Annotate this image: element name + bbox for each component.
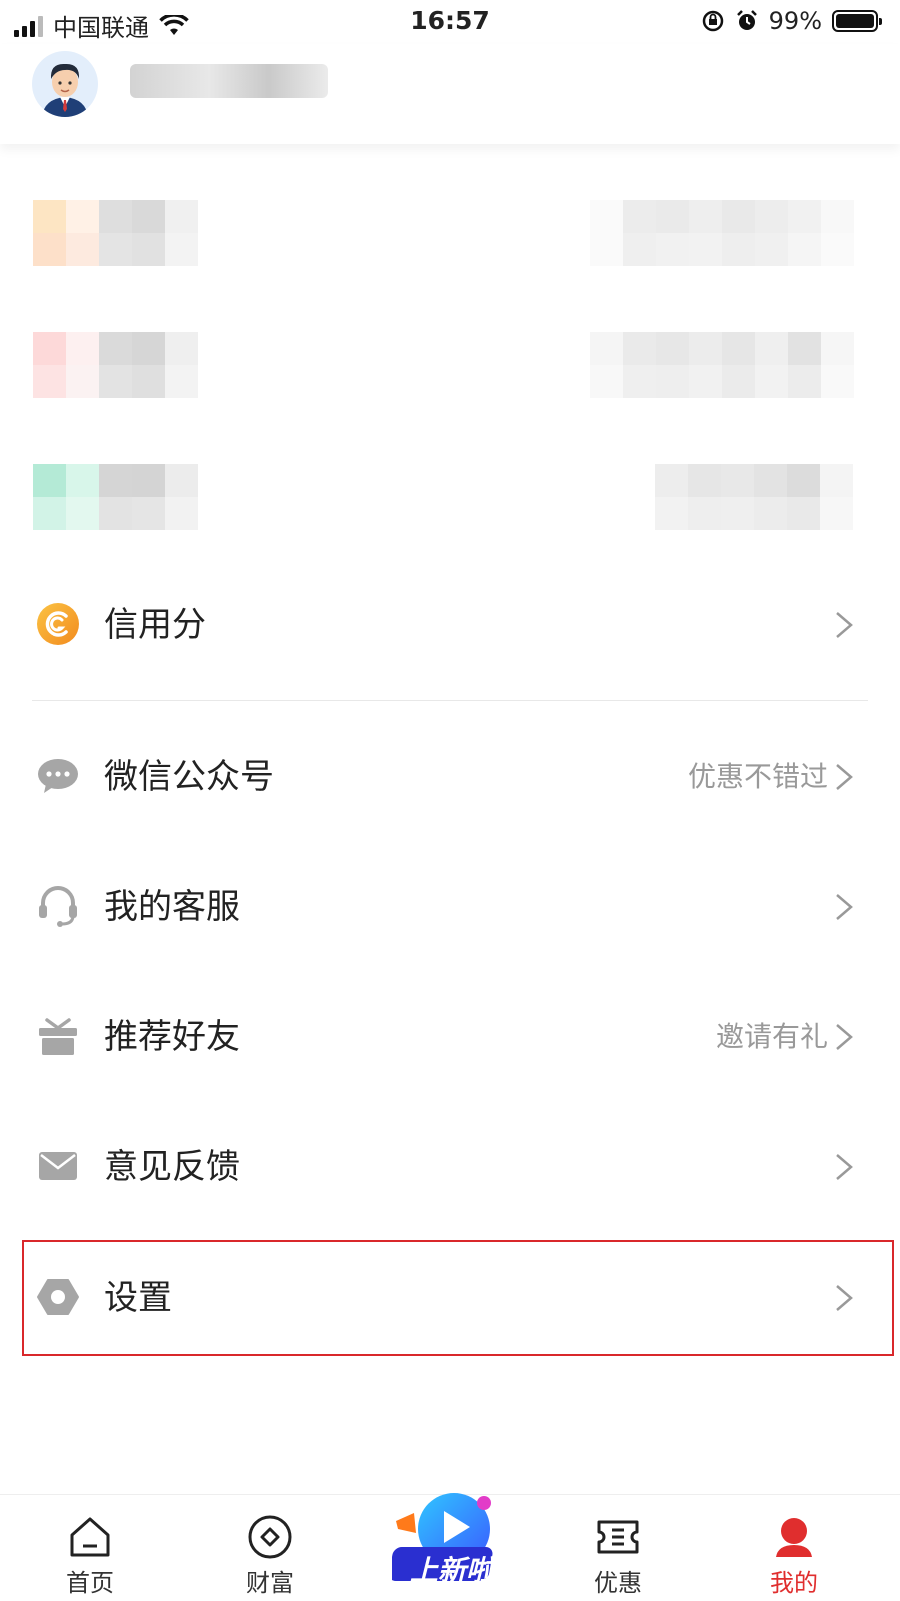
headset-icon	[39, 886, 77, 927]
status-bar: 中国联通 16:57 99%	[0, 0, 900, 44]
redacted-row-2-label	[33, 332, 198, 398]
chevron-right-icon	[836, 764, 853, 790]
chevron-right-icon	[836, 1024, 853, 1050]
menu-item-hint: 优惠不错过	[687, 760, 828, 793]
menu-item-hint: 邀请有礼	[715, 1020, 828, 1053]
menu-item-label: 微信公众号	[104, 757, 274, 797]
home-icon	[70, 1517, 110, 1557]
wechat-icon	[38, 759, 78, 793]
redacted-row-3-label	[33, 464, 198, 530]
menu-item-customer-service[interactable]: 我的客服	[0, 862, 900, 952]
divider	[32, 700, 868, 701]
bottom-tab-bar: 首页 财富 上新啦 优惠 我的	[0, 1493, 900, 1601]
battery-percent: 99%	[768, 7, 822, 35]
gift-icon	[39, 1018, 77, 1055]
menu-item-label: 我的客服	[104, 887, 240, 927]
menu-item-feedback[interactable]: 意见反馈	[0, 1122, 900, 1212]
tab-label: 我的	[770, 1569, 818, 1597]
redacted-row-1-label	[33, 200, 198, 266]
rotation-lock-icon	[702, 10, 723, 32]
menu-item-recommend-friend[interactable]: 推荐好友 邀请有礼	[0, 992, 900, 1082]
avatar[interactable]	[32, 51, 98, 117]
menu-item-settings[interactable]: 设置	[0, 1253, 900, 1343]
redacted-row-1-value	[590, 200, 854, 266]
wealth-icon	[248, 1515, 292, 1559]
menu-item-credit-score[interactable]: 信用分	[0, 580, 900, 670]
discount-icon	[597, 1520, 639, 1554]
mine-icon	[776, 1518, 812, 1557]
tab-label: 财富	[246, 1569, 294, 1597]
chevron-right-icon	[836, 1154, 853, 1180]
redacted-row-2-value	[590, 332, 854, 398]
tab-home[interactable]: 首页	[30, 1495, 150, 1598]
chevron-right-icon	[836, 894, 853, 920]
menu-item-label: 推荐好友	[104, 1017, 240, 1057]
tab-wealth[interactable]: 财富	[210, 1495, 330, 1598]
menu-item-wechat[interactable]: 微信公众号 优惠不错过	[0, 732, 900, 822]
chevron-right-icon	[836, 612, 853, 638]
tab-mine[interactable]: 我的	[734, 1495, 854, 1598]
credit-icon	[37, 603, 79, 645]
menu-item-label: 意见反馈	[104, 1147, 240, 1187]
chevron-right-icon	[836, 1285, 853, 1311]
mail-icon	[39, 1152, 77, 1180]
promo-new-badge[interactable]: 上新啦	[389, 1489, 512, 1589]
tab-label: 优惠	[594, 1569, 642, 1597]
menu-item-label: 设置	[104, 1278, 172, 1318]
tab-label: 首页	[66, 1569, 114, 1597]
promo-badge-text: 上新啦	[409, 1554, 494, 1587]
settings-icon	[37, 1279, 79, 1315]
menu-item-label: 信用分	[104, 605, 206, 645]
battery-icon	[832, 10, 882, 32]
tab-discount[interactable]: 优惠	[558, 1495, 678, 1598]
alarm-icon	[736, 10, 757, 30]
redacted-row-3-value	[655, 464, 853, 530]
username-redacted	[130, 64, 328, 98]
profile-header[interactable]	[0, 44, 900, 144]
